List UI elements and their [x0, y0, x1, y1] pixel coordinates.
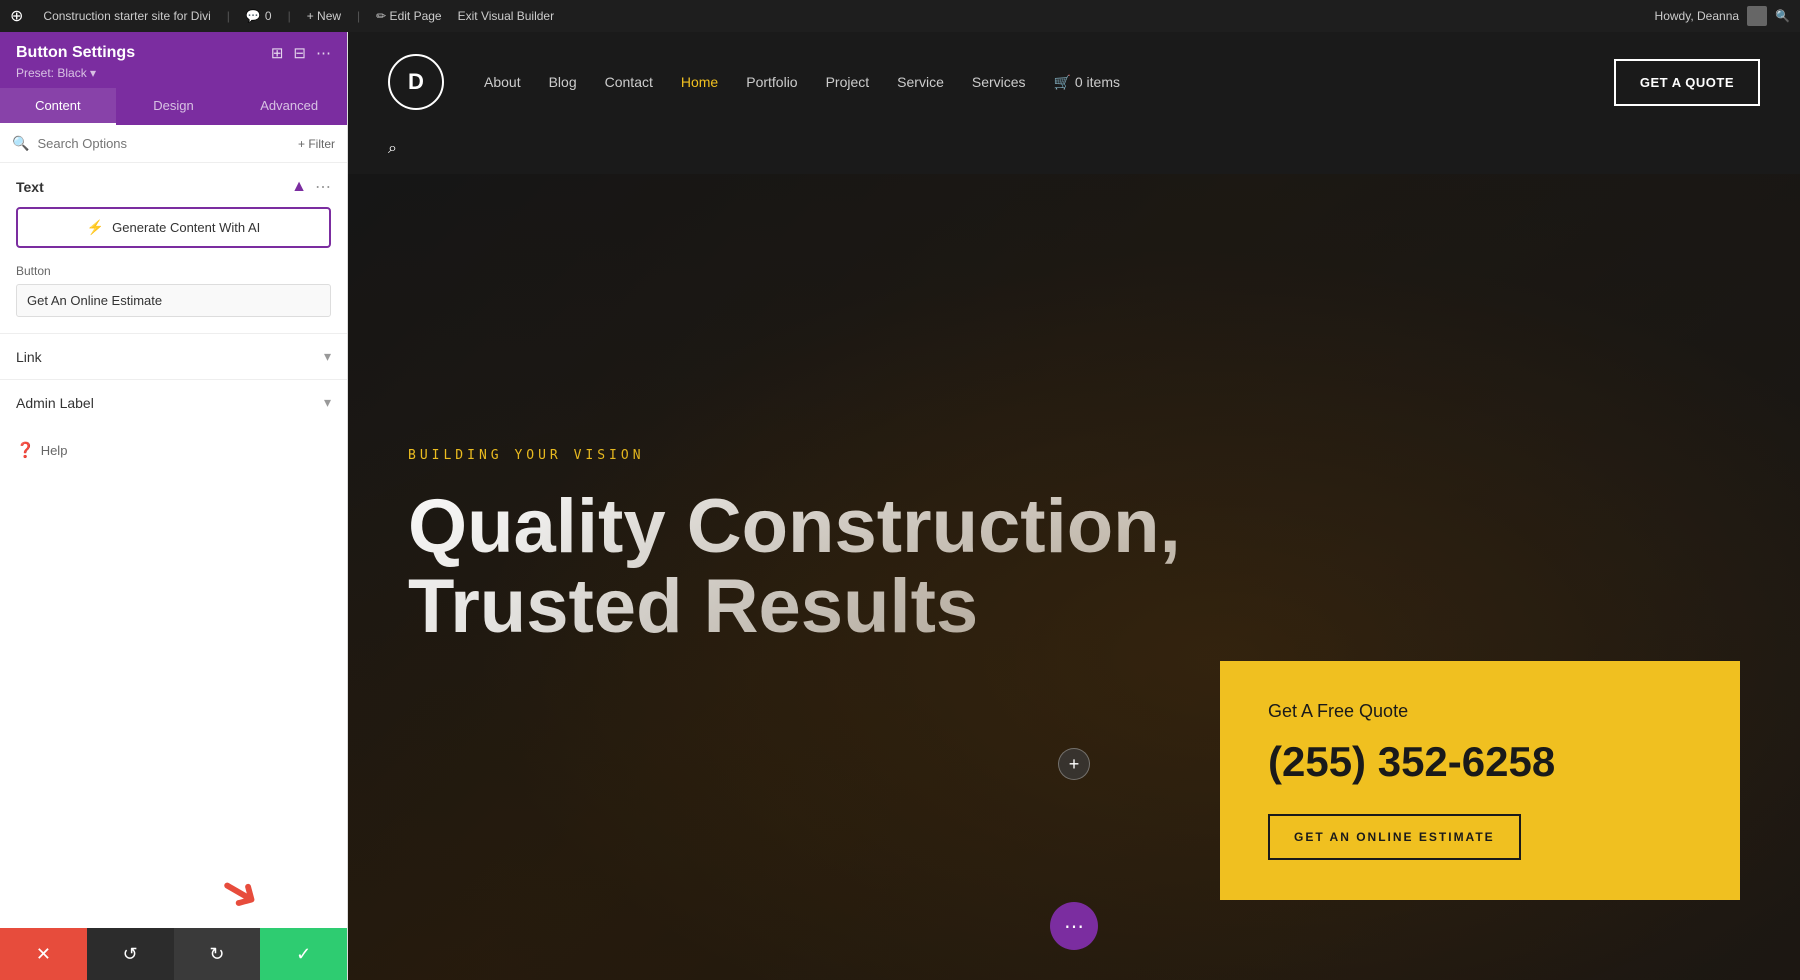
new-button[interactable]: + New	[307, 9, 341, 23]
nav-cart[interactable]: 🛒 0 items	[1054, 74, 1120, 91]
quote-card: Get A Free Quote (255) 352-6258 GET AN O…	[1220, 661, 1740, 900]
nav-service[interactable]: Service	[897, 74, 944, 90]
button-field-label: Button	[16, 264, 331, 278]
bottom-toolbar: ✕ ↺ ↻ ✓	[0, 928, 347, 980]
hero-title: Quality Construction, Trusted Results	[408, 487, 1308, 647]
get-quote-button[interactable]: GET A QUOTE	[1614, 59, 1760, 106]
nav-links: About Blog Contact Home Portfolio Projec…	[484, 74, 1574, 91]
estimate-button[interactable]: GET AN ONLINE ESTIMATE	[1268, 814, 1521, 860]
close-icon: ✕	[36, 944, 51, 965]
tab-advanced[interactable]: Advanced	[231, 88, 347, 125]
generate-ai-button[interactable]: ⚡ Generate Content With AI	[16, 207, 331, 248]
link-chevron-icon: ▾	[324, 348, 331, 365]
sidebar: Button Settings ⊞ ⊟ ⋯ Preset: Black ▾ Co…	[0, 32, 348, 980]
sidebar-title: Button Settings	[16, 44, 135, 62]
admin-label-title: Admin Label	[16, 395, 94, 411]
check-icon: ✓	[296, 944, 311, 965]
nav-blog[interactable]: Blog	[549, 74, 577, 90]
help-icon: ❓	[16, 441, 35, 459]
section-controls: ▲ ⋯	[291, 177, 331, 197]
help-label: Help	[41, 443, 68, 458]
sidebar-header: Button Settings ⊞ ⊟ ⋯ Preset: Black ▾	[0, 32, 347, 88]
close-button[interactable]: ✕	[0, 928, 87, 980]
nav-project[interactable]: Project	[826, 74, 870, 90]
button-text-input[interactable]	[16, 284, 331, 317]
search-icon: 🔍	[12, 135, 29, 152]
user-avatar	[1747, 6, 1767, 26]
hero-subtitle: BUILDING YOUR VISION	[408, 448, 1740, 463]
help-section[interactable]: ❓ Help	[0, 425, 347, 475]
columns-icon[interactable]: ⊟	[293, 44, 306, 62]
comment-count: 0	[265, 9, 272, 23]
nav-contact[interactable]: Contact	[605, 74, 653, 90]
howdy-label: Howdy, Deanna	[1655, 9, 1740, 23]
link-section-title: Link	[16, 349, 42, 365]
tab-content[interactable]: Content	[0, 88, 116, 125]
link-section-header[interactable]: Link ▾	[16, 334, 331, 379]
redo-button[interactable]: ↻	[174, 928, 261, 980]
quote-phone: (255) 352-6258	[1268, 738, 1692, 786]
nav-about[interactable]: About	[484, 74, 521, 90]
link-section: Link ▾	[0, 333, 347, 379]
separator: |	[288, 9, 291, 23]
admin-bar: ⊕ Construction starter site for Divi | 💬…	[0, 0, 1800, 32]
nav-services[interactable]: Services	[972, 74, 1026, 90]
undo-icon: ↺	[123, 944, 138, 965]
separator: |	[227, 9, 230, 23]
settings-icon[interactable]: ⊞	[271, 44, 284, 62]
hero-title-line2: Trusted Results	[408, 564, 978, 649]
ai-icon: ⚡	[87, 219, 104, 236]
separator: |	[357, 9, 360, 23]
exit-visual-builder-button[interactable]: Exit Visual Builder	[458, 9, 555, 23]
quote-card-label: Get A Free Quote	[1268, 701, 1692, 722]
collapse-text-icon[interactable]: ▲	[291, 178, 307, 196]
sidebar-header-icons: ⊞ ⊟ ⋯	[271, 44, 331, 62]
hero-title-line1: Quality Construction,	[408, 484, 1181, 569]
more-icon[interactable]: ⋯	[316, 44, 331, 62]
button-field-group: Button	[0, 264, 347, 333]
search-bar: 🔍 + Filter	[0, 125, 347, 163]
ai-button-label: Generate Content With AI	[112, 220, 260, 235]
admin-search-icon[interactable]: 🔍	[1775, 9, 1790, 23]
admin-chevron-icon: ▾	[324, 394, 331, 411]
website-nav: D About Blog Contact Home Portfolio Proj…	[348, 32, 1800, 132]
add-section-button[interactable]: +	[1058, 748, 1090, 780]
admin-label-header[interactable]: Admin Label ▾	[16, 380, 331, 425]
text-section-title: Text	[16, 179, 44, 195]
site-name[interactable]: Construction starter site for Divi	[43, 9, 210, 23]
filter-button[interactable]: + Filter	[298, 137, 335, 151]
arrow-indicator: ➜	[209, 858, 272, 927]
sidebar-tabs: Content Design Advanced	[0, 88, 347, 125]
user-info: Howdy, Deanna 🔍	[1655, 6, 1790, 26]
comments-link[interactable]: 💬 0	[246, 9, 272, 23]
website-search-icon[interactable]: ⌕	[388, 140, 397, 158]
hero-section: BUILDING YOUR VISION Quality Constructio…	[348, 174, 1800, 980]
preset-label[interactable]: Preset: Black ▾	[16, 66, 331, 80]
site-logo[interactable]: D	[388, 54, 444, 110]
search-row: ⌕	[348, 132, 1800, 174]
redo-icon: ↻	[209, 944, 224, 965]
nav-home[interactable]: Home	[681, 74, 718, 90]
comment-icon: 💬	[246, 9, 261, 23]
admin-label-section: Admin Label ▾	[0, 379, 347, 425]
edit-page-button[interactable]: ✏ Edit Page	[376, 9, 441, 23]
save-button[interactable]: ✓	[260, 928, 347, 980]
tab-design[interactable]: Design	[116, 88, 232, 125]
text-section-header: Text ▲ ⋯	[0, 163, 347, 207]
search-options-input[interactable]	[37, 136, 290, 151]
text-section-more-icon[interactable]: ⋯	[315, 177, 331, 197]
more-options-bubble[interactable]: ⋯	[1050, 902, 1098, 950]
content-area: D About Blog Contact Home Portfolio Proj…	[348, 32, 1800, 980]
main-layout: Button Settings ⊞ ⊟ ⋯ Preset: Black ▾ Co…	[0, 32, 1800, 980]
nav-portfolio[interactable]: Portfolio	[746, 74, 797, 90]
wordpress-icon[interactable]: ⊕	[10, 6, 23, 26]
undo-button[interactable]: ↺	[87, 928, 174, 980]
sidebar-header-top: Button Settings ⊞ ⊟ ⋯	[16, 44, 331, 62]
